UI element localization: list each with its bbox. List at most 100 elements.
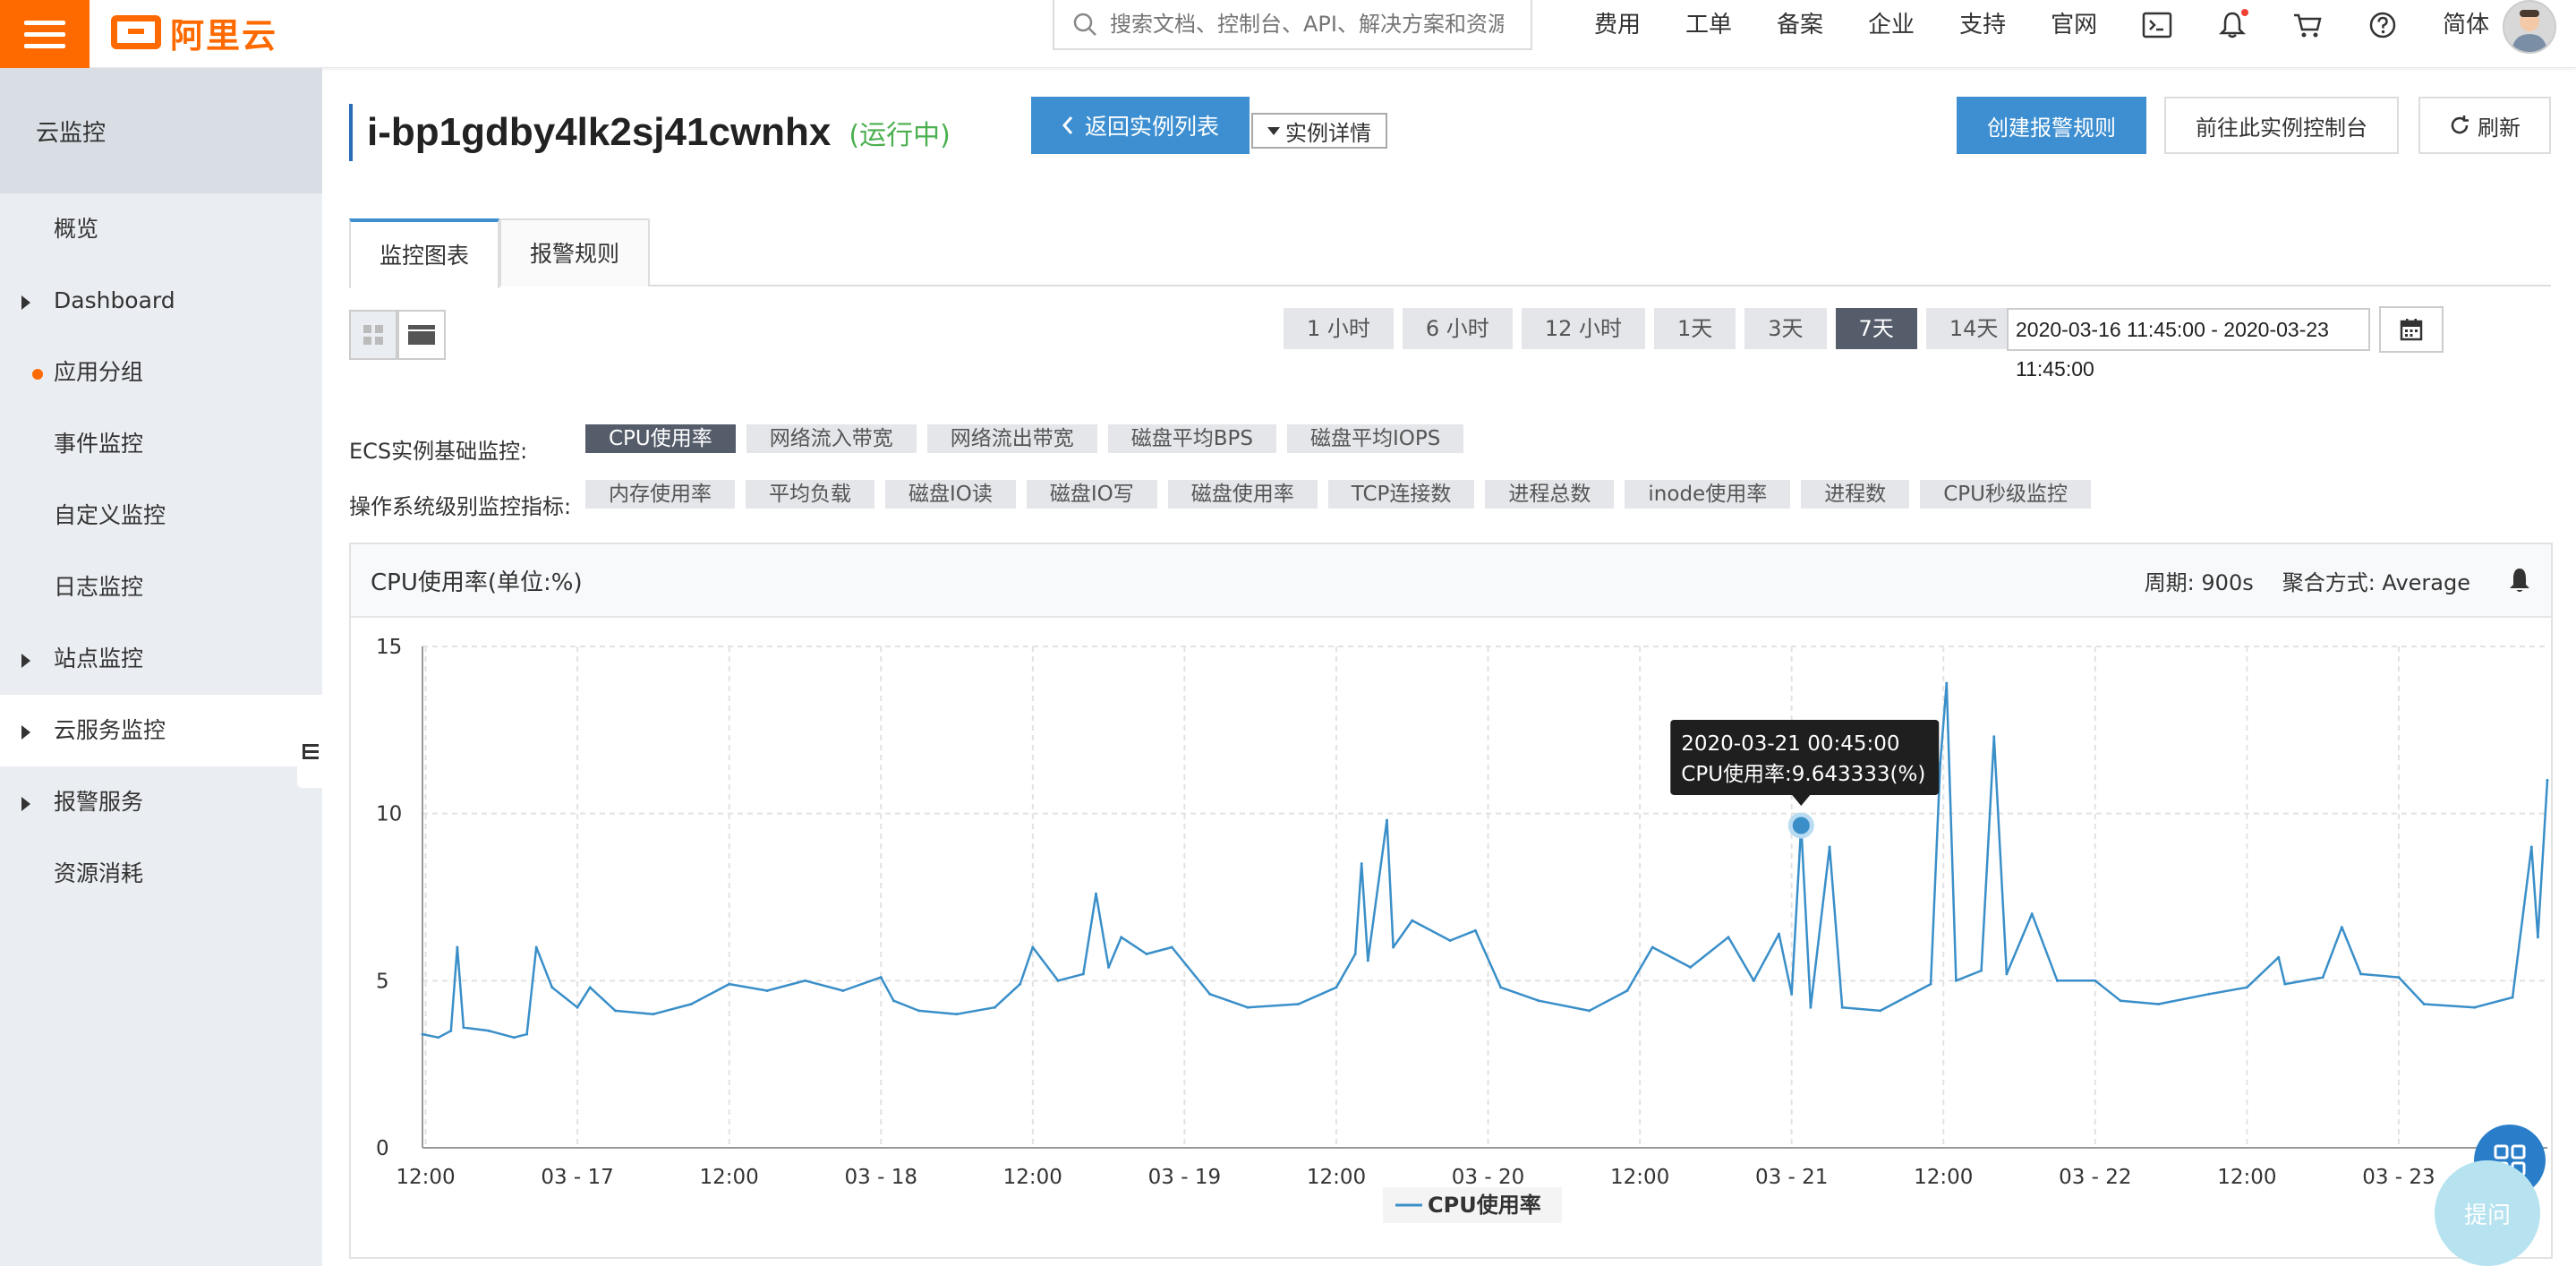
basic-metric-row: ECS实例基础监控: CPU使用率 网络流入带宽 网络流出带宽 磁盘平均BPS 磁盘平均… [349, 412, 1474, 465]
sidebar-item[interactable]: 资源消耗 [0, 838, 322, 910]
metric-tag[interactable]: 进程总数 [1485, 479, 1615, 509]
nav-fees[interactable]: 费用 [1572, 0, 1663, 50]
metric-tag[interactable]: 网络流入带宽 [746, 423, 917, 453]
metric-tag[interactable]: 内存使用率 [585, 479, 735, 509]
data-point [841, 989, 845, 993]
ask-float-button[interactable]: 提问 [2435, 1160, 2540, 1266]
language-switch[interactable]: 简体 [2420, 0, 2512, 50]
aliyun-logo[interactable]: 阿里云 [111, 7, 277, 57]
chart-meta: 周期: 900s 聚合方式: Average [2145, 565, 2531, 596]
bell-icon[interactable] [2195, 0, 2270, 50]
data-point [449, 1029, 453, 1032]
data-point [2529, 845, 2533, 849]
hamburger-menu-icon[interactable] [0, 0, 90, 68]
tab-alarm-rules[interactable]: 报警规则 [499, 218, 651, 287]
nav-official-site[interactable]: 官网 [2028, 0, 2120, 50]
instance-status: (运行中) [849, 120, 951, 151]
sidebar-item[interactable]: 自定义监控 [0, 480, 322, 552]
cart-icon[interactable] [2270, 0, 2345, 50]
data-point [917, 1009, 921, 1013]
metric-tag[interactable]: CPU秒级监控 [1920, 479, 2091, 509]
time-range-option[interactable]: 6 小时 [1402, 308, 1513, 349]
date-range-input[interactable]: 2020-03-16 11:45:00 - 2020-03-23 11:45:0… [2007, 308, 2370, 381]
time-range-option[interactable]: 1 小时 [1284, 308, 1394, 349]
data-point [1929, 982, 1932, 986]
help-icon[interactable] [2345, 0, 2420, 50]
instance-detail-dropdown[interactable]: 实例详情 [1251, 113, 1387, 149]
time-range-option[interactable]: 7天 [1835, 308, 1917, 349]
list-view-button[interactable] [397, 310, 446, 360]
back-to-list-button[interactable]: 返回实例列表 [1031, 97, 1250, 154]
data-point [1392, 945, 1395, 949]
logo-mark-icon [111, 15, 161, 49]
metric-tag[interactable]: TCP连接数 [1327, 479, 1475, 509]
nav-tickets[interactable]: 工单 [1663, 0, 1754, 50]
metric-tag[interactable]: CPU使用率 [585, 423, 736, 453]
grid-view-button[interactable] [349, 310, 397, 360]
data-point [1353, 952, 1357, 955]
os-metric-tags: 内存使用率 平均负载 磁盘IO读 磁盘IO写 磁盘使用率 TCP连接数 进程总数 inode使… [585, 479, 2102, 509]
data-point [2511, 996, 2514, 999]
caret-right-icon [21, 295, 30, 310]
metric-tag[interactable]: 磁盘IO读 [885, 479, 1016, 509]
caret-right-icon [21, 654, 30, 668]
data-point [1366, 959, 1369, 962]
calendar-button[interactable] [2379, 306, 2444, 353]
sidebar-item[interactable]: 报警服务 [0, 766, 322, 838]
global-search[interactable] [1053, 0, 1532, 50]
logo-text: 阿里云 [170, 15, 278, 56]
x-tick-label: 12:00 [1003, 1166, 1062, 1189]
data-point [728, 982, 731, 986]
nav-icp[interactable]: 备案 [1754, 0, 1846, 50]
data-point [1651, 945, 1654, 949]
data-point [534, 945, 538, 949]
data-point [2055, 979, 2059, 982]
alarm-bell-icon[interactable] [2508, 567, 2531, 594]
data-point [550, 986, 554, 989]
sidebar-item-label: 应用分组 [54, 359, 144, 385]
goto-console-button[interactable]: 前往此实例控制台 [2164, 97, 2399, 154]
sidebar-item[interactable]: 概览 [0, 193, 322, 265]
create-alarm-rule-button[interactable]: 创建报警规则 [1957, 97, 2146, 154]
cpu-chart-panel: CPU使用率(单位:%) 周期: 900s 聚合方式: Average 0 5 10… [349, 543, 2553, 1259]
sidebar-item[interactable]: Dashboard [0, 265, 322, 337]
refresh-button[interactable]: 刷新 [2418, 97, 2551, 154]
data-point [879, 976, 883, 979]
nav-enterprise[interactable]: 企业 [1846, 0, 1937, 50]
data-point [1939, 762, 1942, 766]
terminal-icon[interactable] [2120, 0, 2195, 50]
metric-tag[interactable]: 进程数 [1801, 479, 1910, 509]
top-nav: 费用 工单 备案 企业 支持 官网 简体 [1572, 0, 2512, 50]
time-range-option[interactable]: 3天 [1744, 308, 1827, 349]
metric-tag[interactable]: 磁盘使用率 [1167, 479, 1318, 509]
time-range-option[interactable]: 12 小时 [1521, 308, 1645, 349]
sidebar-item[interactable]: 站点监控 [0, 623, 322, 695]
nav-support[interactable]: 支持 [1937, 0, 2028, 50]
sidebar-menu: 概览 Dashboard 应用分组事件监控 自定义监控 日志监控 站点监控 云服务监控 报警服… [0, 193, 322, 910]
data-point [1056, 979, 1060, 982]
sidebar-item[interactable]: 云服务监控 [0, 695, 322, 766]
time-range-option[interactable]: 1天 [1653, 308, 1736, 349]
series-line-cpu [422, 681, 2549, 1039]
y-tick-label: 0 [376, 1137, 389, 1160]
tab-bar: 监控图表 报警规则 [349, 218, 2551, 288]
metric-tag[interactable]: 磁盘IO写 [1026, 479, 1157, 509]
data-point [1588, 1009, 1591, 1013]
sidebar-item[interactable]: 应用分组 [0, 337, 322, 408]
data-point [2207, 992, 2211, 996]
metric-tag[interactable]: 磁盘平均IOPS [1287, 423, 1464, 453]
data-point [2546, 778, 2549, 782]
search-input[interactable] [1110, 12, 1504, 37]
metric-tag[interactable]: inode使用率 [1625, 479, 1791, 509]
metric-tag[interactable]: 平均负载 [746, 479, 874, 509]
basic-metric-tags: CPU使用率 网络流入带宽 网络流出带宽 磁盘平均BPS 磁盘平均IOPS [585, 423, 1474, 453]
sidebar-item[interactable]: 事件监控 [0, 408, 322, 480]
data-point [1980, 969, 1983, 972]
avatar[interactable] [2503, 0, 2556, 54]
tab-monitor-charts[interactable]: 监控图表 [349, 218, 500, 288]
sidebar-item[interactable]: 日志监控 [0, 552, 322, 623]
collapse-sidebar-handle[interactable] [297, 716, 324, 788]
data-point [2030, 912, 2034, 916]
metric-tag[interactable]: 磁盘平均BPS [1107, 423, 1277, 453]
metric-tag[interactable]: 网络流出带宽 [926, 423, 1097, 453]
